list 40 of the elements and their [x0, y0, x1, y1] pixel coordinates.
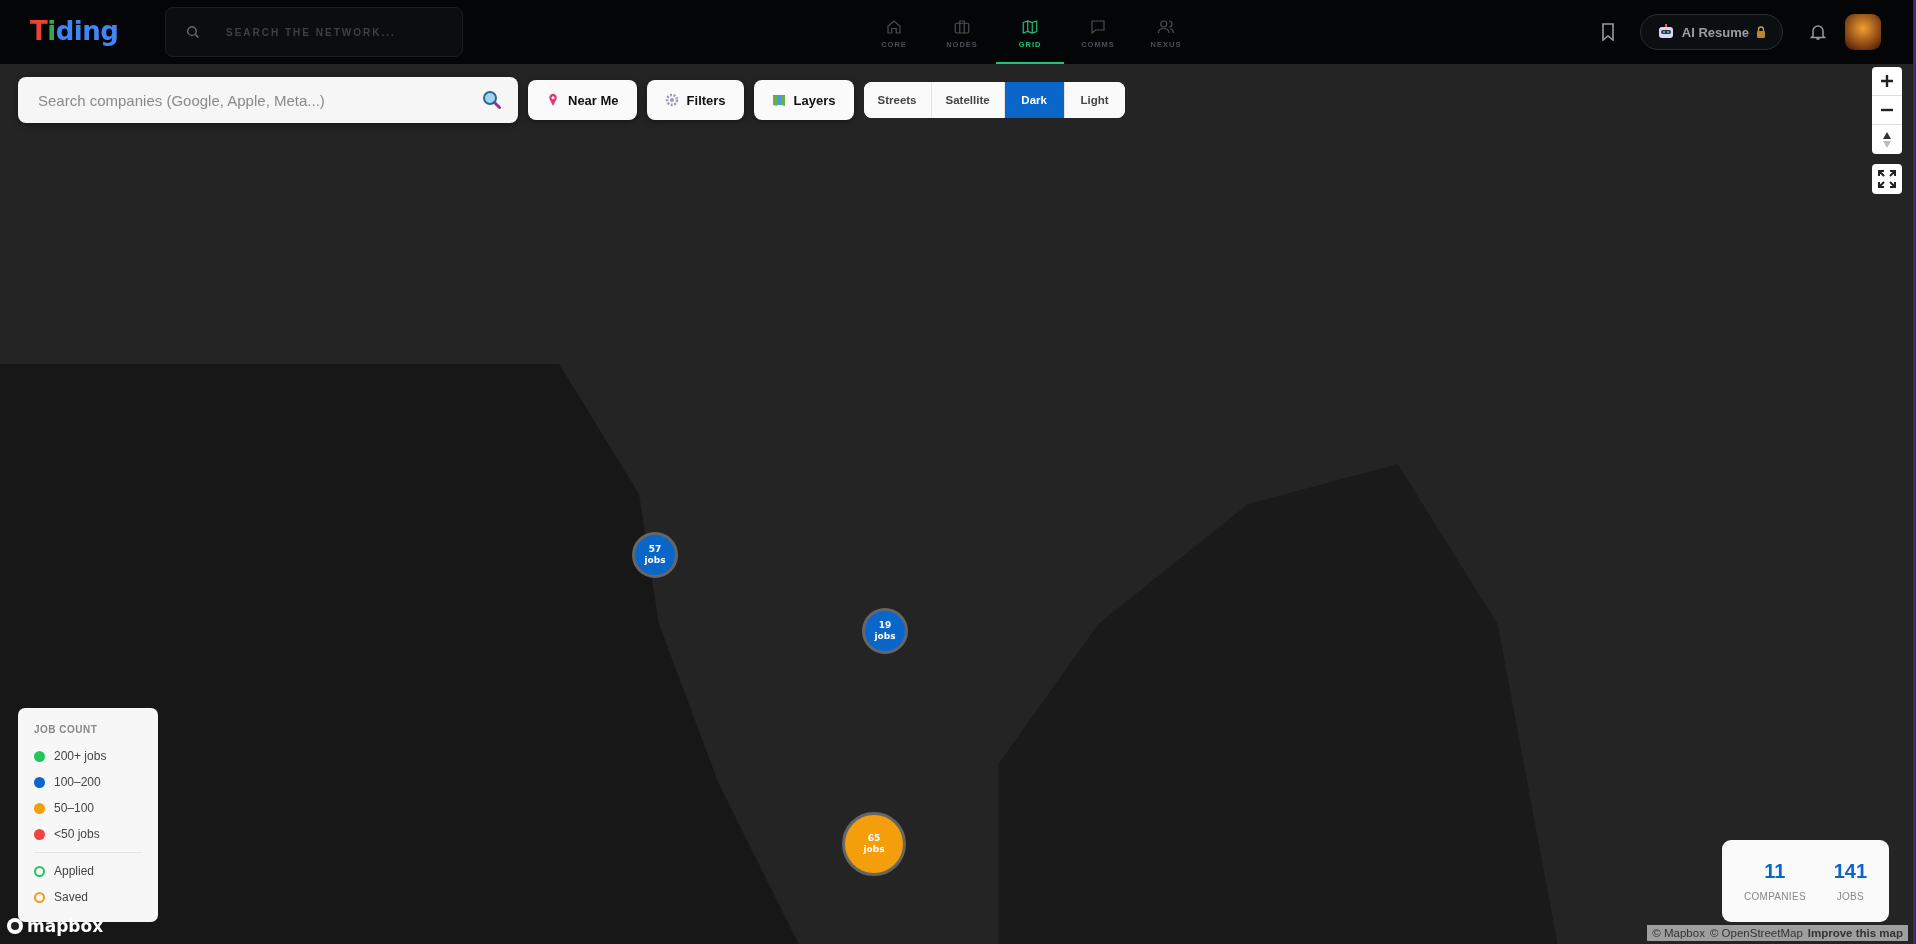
- robot-icon: [1656, 23, 1675, 41]
- stat-value: 11: [1764, 860, 1786, 883]
- fullscreen-icon[interactable]: [1872, 164, 1902, 194]
- attribution-link[interactable]: © Mapbox: [1652, 927, 1705, 939]
- bell-icon[interactable]: [1809, 23, 1827, 41]
- legend-label: 50–100: [54, 801, 95, 815]
- map-style-tab[interactable]: Dark: [1004, 82, 1065, 118]
- legend-label: 200+ jobs: [54, 749, 107, 763]
- ai-resume-button[interactable]: AI Resume: [1639, 14, 1783, 50]
- job-cluster-marker[interactable]: 57 jobs: [632, 532, 678, 578]
- attribution-link[interactable]: © OpenStreetMap: [1709, 927, 1803, 939]
- map-tool-button[interactable]: Filters: [646, 80, 744, 120]
- company-search-field[interactable]: Search companies (Google, Apple, Meta...): [36, 79, 482, 121]
- company-search-bar[interactable]: Search companies (Google, Apple, Meta...): [18, 77, 518, 123]
- legend-label: Saved: [54, 890, 89, 904]
- legend-label: 100–200: [54, 775, 101, 789]
- mapbox-logo[interactable]: mapbox: [6, 916, 104, 936]
- stat-label: COMPANIES: [1743, 891, 1806, 902]
- stat-label: JOBS: [1836, 891, 1865, 902]
- map-icon: [771, 93, 786, 107]
- pin-icon: [546, 93, 560, 107]
- map-tool-button[interactable]: Layers: [753, 80, 854, 120]
- briefcase-icon: [953, 17, 971, 36]
- legend-label: <50 jobs: [54, 827, 100, 841]
- search-icon[interactable]: [482, 90, 502, 110]
- search-icon: [186, 25, 200, 39]
- chat-icon: [1089, 17, 1107, 36]
- bookmark-icon[interactable]: [1599, 23, 1616, 41]
- improve-map-link[interactable]: Improve this map: [1807, 927, 1903, 939]
- logo[interactable]: Tiding: [30, 15, 119, 49]
- gear-icon: [664, 93, 679, 107]
- map-icon: [1021, 17, 1039, 36]
- avatar[interactable]: [1845, 14, 1881, 50]
- map-tool-button[interactable]: Near Me: [528, 80, 637, 120]
- map-style-tab[interactable]: Streets: [863, 82, 932, 118]
- stat-value: 141: [1833, 860, 1868, 883]
- legend-title: JOB COUNT: [34, 724, 99, 735]
- job-cluster-marker[interactable]: 19 jobs: [862, 608, 908, 654]
- people-icon: [1157, 17, 1175, 36]
- legend-label: Applied: [54, 864, 95, 878]
